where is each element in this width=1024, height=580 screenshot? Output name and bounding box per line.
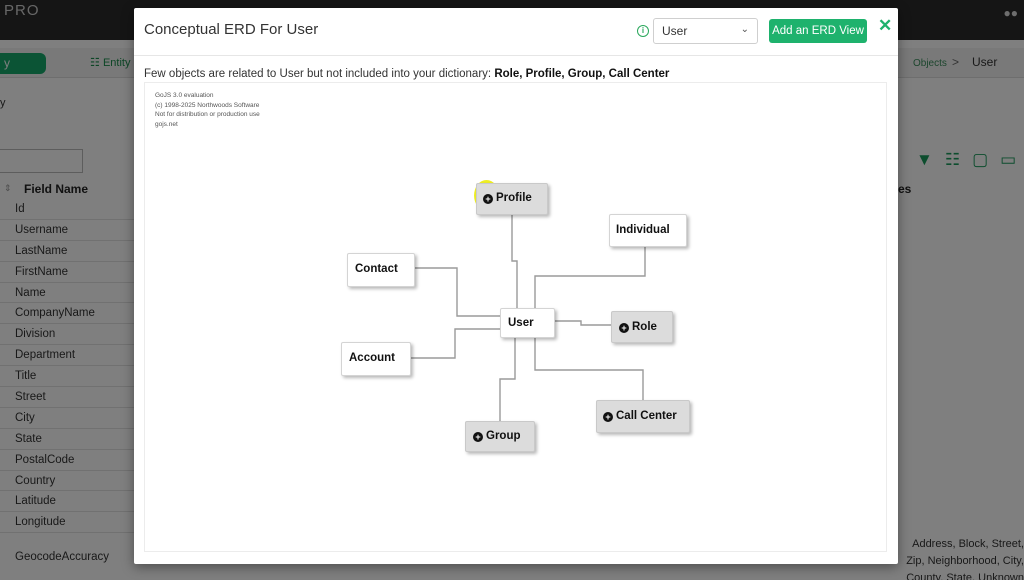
edge-user-callcenter — [534, 338, 644, 400]
erd-diagram-canvas[interactable]: GoJS 3.0 evaluation (c) 1998-2025 Northw… — [144, 82, 887, 552]
close-icon[interactable]: ✕ — [878, 16, 892, 36]
node-label: Contact — [355, 263, 398, 275]
chevron-down-icon: ⌄ — [740, 24, 749, 35]
add-erd-view-button[interactable]: Add an ERD View — [769, 19, 867, 43]
edge-contact-user — [415, 267, 500, 317]
edge-user-group — [499, 338, 516, 421]
erd-node-call-center[interactable]: + Call Center — [596, 400, 690, 433]
expand-plus-icon[interactable]: + — [603, 412, 613, 422]
erd-node-user[interactable]: User — [500, 308, 555, 338]
edge-account-user — [411, 328, 500, 359]
node-label: Call Center — [616, 410, 677, 422]
edge-user-profile — [511, 215, 518, 308]
expand-plus-icon[interactable]: + — [483, 194, 493, 204]
modal-title: Conceptual ERD For User — [144, 21, 319, 38]
note-missing-objects: Role, Profile, Group, Call Center — [494, 68, 670, 80]
erd-node-profile[interactable]: + Profile — [476, 183, 548, 215]
object-select[interactable]: User ⌄ — [653, 18, 758, 44]
modal-header: Conceptual ERD For User i User ⌄ Add an … — [134, 8, 898, 56]
expand-plus-icon[interactable]: + — [473, 432, 483, 442]
edge-user-role — [555, 320, 611, 326]
erd-node-contact[interactable]: Contact — [347, 253, 415, 287]
expand-plus-icon[interactable]: + — [619, 323, 629, 333]
node-label: Role — [632, 321, 657, 333]
node-label: Account — [349, 352, 395, 364]
erd-node-role[interactable]: + Role — [611, 311, 673, 343]
erd-node-individual[interactable]: Individual — [609, 214, 687, 247]
missing-objects-note: Few objects are related to User but not … — [144, 68, 669, 80]
info-icon[interactable]: i — [637, 25, 649, 37]
note-text: Few objects are related to User but not … — [144, 68, 492, 80]
node-label: Profile — [496, 192, 532, 204]
node-label: Group — [486, 430, 521, 442]
edge-user-individual — [534, 247, 646, 308]
node-label: User — [508, 317, 534, 329]
object-select-value: User — [662, 24, 688, 38]
node-label: Individual — [616, 224, 670, 236]
erd-node-group[interactable]: + Group — [465, 421, 535, 452]
erd-modal: Conceptual ERD For User i User ⌄ Add an … — [134, 8, 898, 564]
erd-node-account[interactable]: Account — [341, 342, 411, 376]
